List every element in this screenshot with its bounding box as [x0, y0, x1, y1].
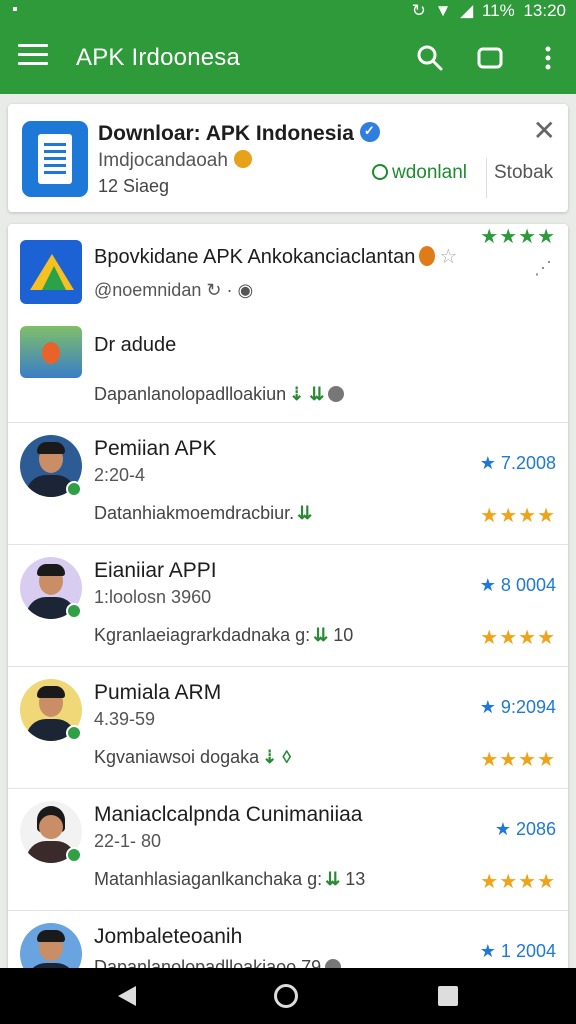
app-count: 13 [345, 869, 366, 889]
verified-badge-icon [66, 603, 82, 619]
verified-badge-icon [66, 481, 82, 497]
list-item[interactable]: Eianiiar APPI 1:loolosn 3960 ★ 8 0004 Kg… [8, 544, 568, 666]
download-size: 12 Siaeg [98, 176, 170, 196]
rating-stars: ★★★★ [480, 627, 556, 649]
list-item[interactable]: Pemiian APK 2:20-4 ★ 7.2008 Datanhiakmoe… [8, 422, 568, 544]
wifi-icon: ▼ [434, 1, 452, 20]
download-title: Downloar: APK Indonesia [98, 122, 354, 145]
rating-stars: ★★★★ [480, 505, 556, 527]
app-description: Matanhlasiaganlkanchaka g: [94, 869, 323, 889]
app-rating: ★ 8 0004 [479, 575, 556, 595]
back-icon[interactable] [118, 986, 136, 1006]
featured-description: Dapanlanolopadlloakiun [94, 384, 287, 404]
app-name: Pemiian APK [94, 437, 217, 460]
overflow-menu-icon[interactable] [532, 42, 564, 74]
menu-icon[interactable] [18, 44, 48, 72]
verified-badge-icon [66, 847, 82, 863]
app-title: APK Irdoonesa [76, 44, 241, 71]
clock: 13:20 [523, 1, 566, 20]
app-rating: ★ 7.2008 [479, 453, 556, 473]
app-description: Kgranlaeiagrarkdadnaka g: [94, 625, 311, 645]
download-icon: ⇊ [313, 625, 329, 645]
download-button[interactable]: wdonlanl [372, 162, 467, 184]
featured-app-icon [20, 240, 82, 304]
featured-app-developer: @noemnidan [94, 280, 202, 300]
globe-icon [328, 386, 345, 402]
app-icon [22, 121, 88, 197]
verified-icon [359, 122, 380, 142]
close-icon[interactable]: ✕ [533, 114, 556, 147]
featured-thumbnail [20, 326, 82, 378]
download-icon: ⇣ ◊ [262, 747, 292, 767]
rating-stars: ★★★★ [480, 226, 556, 248]
app-count: 10 [333, 625, 354, 645]
app-name: Eianiiar APPI [94, 559, 217, 582]
download-icon: ⇊ [325, 869, 341, 889]
status-bar: ▪ ↻ ▼ ◢ 11% 13:20 [0, 0, 576, 22]
divider [486, 158, 487, 198]
system-nav-bar [0, 968, 576, 1024]
list-item[interactable]: Maniaclcalpnda Cunimaniiaa 22-1- 80 ★ 20… [8, 788, 568, 910]
fire-icon [419, 246, 436, 266]
coin-icon [233, 150, 252, 168]
rating-stars: ★★★★ [480, 749, 556, 771]
app-name: Maniaclcalpnda Cunimaniiaa [94, 803, 363, 826]
search-icon[interactable] [414, 42, 446, 74]
tabs-icon[interactable] [474, 42, 506, 74]
app-version: 22-1- 80 [94, 831, 162, 851]
app-description: Kgvaniawsoi dogaka [94, 747, 260, 767]
download-status-icon [372, 164, 388, 180]
battery-level: 11% [481, 1, 515, 20]
list-item[interactable]: Pumiala ARM 4.39-59 ★ 9:2094 Kgvaniawsoi… [8, 666, 568, 788]
app-version: 2:20-4 [94, 465, 146, 485]
share-icon[interactable]: ⋰ [534, 258, 552, 279]
app-description: Datanhiakmoemdracbiur. [94, 503, 295, 523]
stop-button[interactable]: Stobak [494, 162, 553, 184]
app-list: Bpovkidane APK Ankokanciaclantan ☆ @noemn… [8, 224, 568, 984]
app-name: Pumiala ARM [94, 681, 222, 704]
app-name: Jombaleteoanih [94, 925, 243, 948]
verified-badge-icon [66, 725, 82, 741]
signal-icon: ◢ [460, 1, 474, 20]
app-bar: APK Irdoonesa [0, 22, 576, 94]
app-rating: ★ 1 2004 [479, 941, 556, 961]
download-icon: ⇣ ⇊ [289, 384, 325, 404]
recent-apps-icon[interactable] [438, 986, 458, 1006]
favorite-star-icon[interactable]: ☆ [439, 246, 457, 268]
app-version: 4.39-59 [94, 709, 156, 729]
app-rating: ★ 9:2094 [479, 697, 556, 717]
download-card: Downloar: APK Indonesia Imdjocandaoah 12… [8, 104, 568, 212]
download-icon: ⇊ [297, 503, 313, 523]
home-icon[interactable] [274, 984, 298, 1008]
app-version: 1:loolosn 3960 [94, 587, 212, 607]
app-rating: ★ 2086 [494, 819, 556, 839]
sd-card-icon: ▪ [12, 1, 18, 18]
globe-icon: ◉ [237, 280, 254, 300]
download-subtitle: Imdjocandaoah [98, 150, 228, 171]
sync-icon: ↻ [411, 1, 426, 20]
refresh-icon: ↻ [206, 280, 222, 300]
featured-app-name: Bpovkidane APK Ankokanciaclantan [94, 246, 416, 268]
featured-subtitle: Dr adude [94, 334, 177, 356]
rating-stars: ★★★★ [480, 871, 556, 893]
featured-app[interactable]: Bpovkidane APK Ankokanciaclantan ☆ @noemn… [8, 224, 568, 419]
